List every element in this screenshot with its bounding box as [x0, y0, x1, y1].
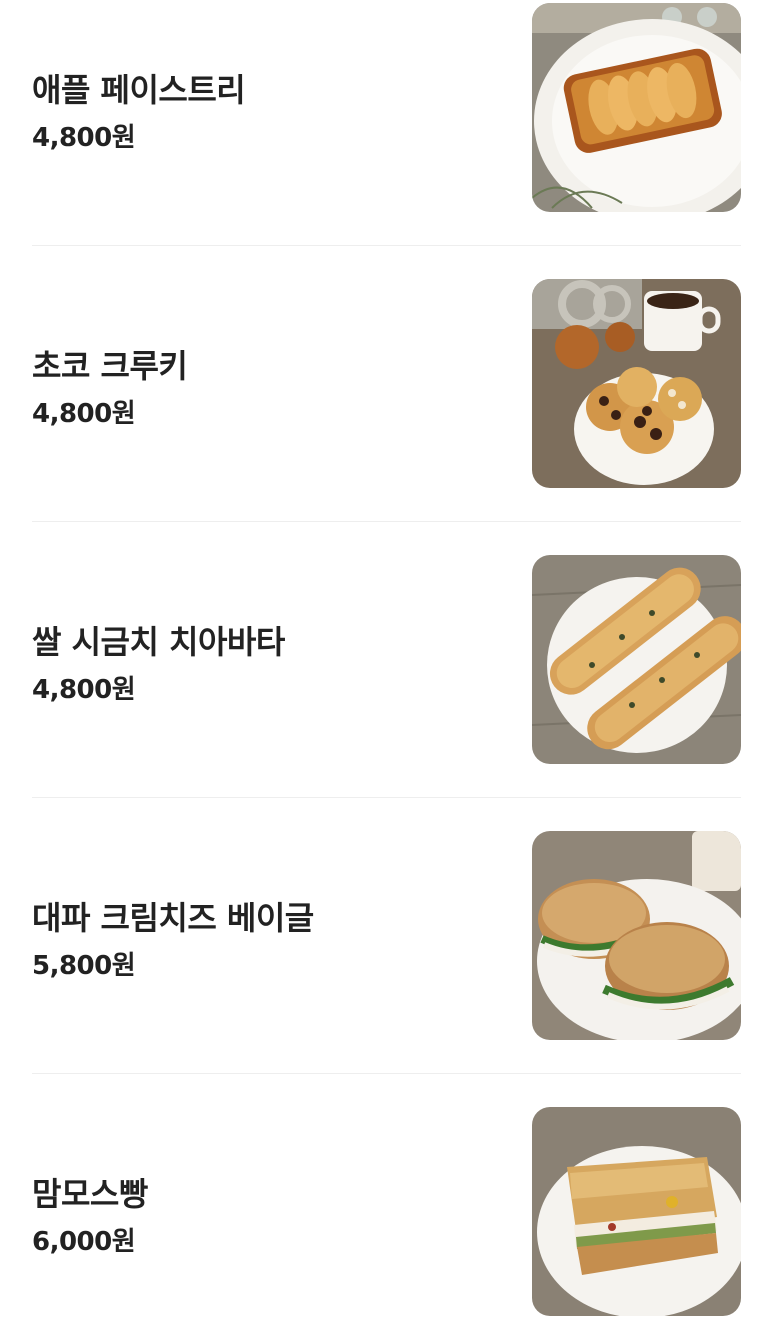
- green-onion-cream-cheese-bagel-photo: [532, 831, 741, 1040]
- rice-spinach-ciabatta-photo: [532, 555, 741, 764]
- menu-item-price: 4,800원: [32, 123, 136, 153]
- menu-item-choco-crookie[interactable]: 초코 크루키 4,800원: [32, 279, 741, 489]
- menu-item-mammoth-bread[interactable]: 맘모스빵 6,000원: [32, 1107, 741, 1317]
- menu-item-rice-spinach-ciabatta[interactable]: 쌀 시금치 치아바타 4,800원: [32, 555, 741, 765]
- menu-item-apple-pastry[interactable]: 애플 페이스트리 4,800원: [32, 3, 741, 213]
- divider: [32, 797, 741, 798]
- menu-item-price: 4,800원: [32, 399, 136, 429]
- menu-item-name: 쌀 시금치 치아바타: [32, 623, 285, 661]
- menu-list: 애플 페이스트리 4,800원 초코 크루키 4,800원 쌀 시금치 치아바타…: [0, 0, 773, 1324]
- apple-pastry-photo: [532, 3, 741, 212]
- divider: [32, 245, 741, 246]
- menu-item-price: 4,800원: [32, 675, 136, 705]
- menu-item-name: 맘모스빵: [32, 1175, 148, 1213]
- mammoth-bread-photo: [532, 1107, 741, 1316]
- menu-item-name: 대파 크림치즈 베이글: [32, 899, 314, 937]
- menu-item-name: 애플 페이스트리: [32, 71, 246, 109]
- menu-item-image[interactable]: [532, 1107, 741, 1316]
- divider: [32, 521, 741, 522]
- menu-item-image[interactable]: [532, 3, 741, 212]
- menu-item-name: 초코 크루키: [32, 347, 188, 385]
- menu-item-image[interactable]: [532, 555, 741, 764]
- menu-item-price: 5,800원: [32, 951, 136, 981]
- choco-crookie-photo: [532, 279, 741, 488]
- menu-item-price: 6,000원: [32, 1227, 136, 1257]
- divider: [32, 1073, 741, 1074]
- menu-item-green-onion-bagel[interactable]: 대파 크림치즈 베이글 5,800원: [32, 831, 741, 1041]
- menu-item-image[interactable]: [532, 831, 741, 1040]
- menu-item-image[interactable]: [532, 279, 741, 488]
